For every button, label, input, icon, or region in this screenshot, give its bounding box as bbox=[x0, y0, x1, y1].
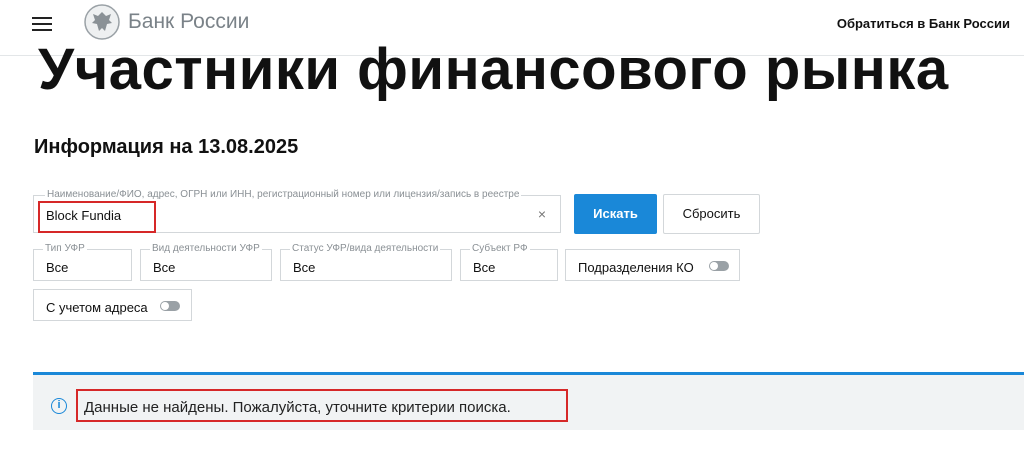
ufr-type-value: Все bbox=[46, 260, 69, 275]
ko-divisions-label: Подразделения КО bbox=[578, 260, 694, 275]
page-title: Участники финансового рынка bbox=[38, 37, 949, 102]
subject-value: Все bbox=[473, 260, 496, 275]
status-value: Все bbox=[293, 260, 316, 275]
search-input[interactable]: Block Fundia × bbox=[33, 195, 561, 233]
subject-label: Субъект РФ bbox=[470, 243, 530, 254]
ko-divisions-toggle-box[interactable]: Подразделения КО bbox=[565, 249, 740, 281]
search-input-value[interactable]: Block Fundia bbox=[46, 208, 121, 223]
no-results-notice: i Данные не найдены. Пожалуйста, уточнит… bbox=[33, 372, 1024, 430]
with-address-label: С учетом адреса bbox=[46, 300, 148, 315]
with-address-toggle[interactable] bbox=[160, 301, 180, 311]
clear-icon[interactable]: × bbox=[538, 206, 546, 222]
no-results-text: Данные не найдены. Пожалуйста, уточните … bbox=[84, 399, 511, 416]
brand-name[interactable]: Банк России bbox=[128, 10, 249, 34]
contact-bank-link[interactable]: Обратиться в Банк России bbox=[837, 16, 1010, 31]
with-address-toggle-box[interactable]: С учетом адреса bbox=[33, 289, 192, 321]
reset-button[interactable]: Сбросить bbox=[663, 194, 760, 234]
info-date-heading: Информация на 13.08.2025 bbox=[34, 136, 299, 158]
ko-divisions-toggle[interactable] bbox=[709, 261, 729, 271]
ufr-type-label: Тип УФР bbox=[43, 243, 87, 254]
activity-type-value: Все bbox=[153, 260, 176, 275]
status-label: Статус УФР/вида деятельности bbox=[290, 243, 441, 254]
info-icon: i bbox=[51, 398, 67, 414]
activity-type-label: Вид деятельности УФР bbox=[150, 243, 262, 254]
bank-eagle-emblem-icon[interactable] bbox=[84, 4, 120, 40]
search-field-label: Наименование/ФИО, адрес, ОГРН или ИНН, р… bbox=[45, 189, 522, 200]
search-button[interactable]: Искать bbox=[574, 194, 657, 234]
hamburger-menu-icon[interactable] bbox=[32, 16, 52, 32]
